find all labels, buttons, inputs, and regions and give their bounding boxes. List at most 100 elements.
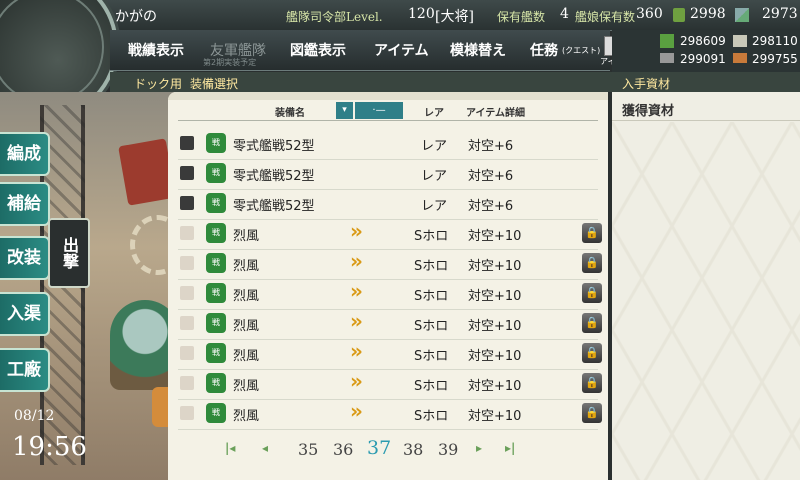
menu-encyclopedia[interactable]: 図鑑表示	[290, 40, 346, 60]
page-first-button[interactable]: |◂	[225, 441, 235, 455]
sidebar-supply-button[interactable]: 補給	[0, 182, 50, 226]
equip-label: 艦娘保有数	[575, 10, 636, 24]
lock-icon[interactable]: 🔒	[582, 283, 602, 303]
star-rank-chevron-icon: »	[350, 279, 363, 303]
page-36[interactable]: 36	[333, 440, 353, 459]
menu-quest[interactable]: 任務	[530, 40, 558, 60]
page-37-current[interactable]: 37	[367, 437, 391, 459]
bucket-icon	[673, 8, 685, 22]
fuel-value: 298609	[680, 34, 726, 48]
page-last-button[interactable]: ▸|	[505, 441, 515, 455]
equipment-rarity: レア	[421, 139, 448, 154]
page-prev-button[interactable]: ◂	[262, 441, 268, 455]
equipment-rarity: Sホロ	[414, 379, 449, 394]
fuel-icon	[660, 34, 674, 48]
star-rank-chevron-icon: »	[350, 339, 363, 363]
equipment-rarity: Sホロ	[414, 319, 449, 334]
lock-icon[interactable]: 🔒	[582, 403, 602, 423]
row-checkbox[interactable]	[180, 286, 194, 300]
rank: [大将]	[435, 9, 474, 25]
reppu-fighter-icon: 戦	[206, 313, 226, 333]
menu-furniture[interactable]: 模様替え	[450, 40, 506, 60]
star-rank-chevron-icon: »	[350, 249, 363, 273]
equipment-name: 烈風	[233, 379, 260, 394]
equipment-detail: 対空+6	[468, 199, 514, 214]
reppu-fighter-icon: 戦	[206, 403, 226, 423]
star-rank-chevron-icon: »	[350, 219, 363, 243]
row-checkbox[interactable]	[180, 406, 194, 420]
row-checkbox[interactable]	[180, 316, 194, 330]
breadcrumb-page: 装備選択	[190, 77, 239, 91]
row-checkbox[interactable]	[180, 346, 194, 360]
sidebar-repair-button[interactable]: 入渠	[0, 292, 50, 336]
menu-record[interactable]: 戦績表示	[128, 40, 184, 60]
equipment-name: 零式艦戦52型	[233, 139, 315, 154]
equipment-rarity: Sホロ	[414, 259, 449, 274]
row-checkbox[interactable]	[180, 226, 194, 240]
menu-quest-sub: (クエスト)	[562, 46, 601, 55]
star-rank-chevron-icon: »	[350, 399, 363, 423]
page-next-button[interactable]: ▸	[476, 441, 482, 455]
sidebar-arsenal-button[interactable]: 工廠	[0, 348, 50, 392]
hq-level-label: 艦隊司令部Level.	[286, 10, 383, 24]
equipment-name: 烈風	[233, 259, 260, 274]
clock-time: 19:56	[12, 432, 87, 462]
equip-count: 360	[636, 6, 663, 22]
equipment-rarity: Sホロ	[414, 349, 449, 364]
page-39[interactable]: 39	[438, 440, 458, 459]
zero-fighter-icon: 戦	[206, 133, 226, 153]
bauxite-value: 299755	[752, 52, 798, 66]
row-checkbox[interactable]	[180, 166, 194, 180]
reppu-fighter-icon: 戦	[206, 373, 226, 393]
lock-icon[interactable]: 🔒	[582, 223, 602, 243]
ammo-icon	[733, 35, 747, 47]
lock-icon[interactable]: 🔒	[582, 343, 602, 363]
reppu-fighter-icon: 戦	[206, 343, 226, 363]
filter-dropdown-button[interactable]: ▾	[336, 102, 353, 119]
header-detail: アイテム詳細	[466, 108, 525, 119]
row-checkbox[interactable]	[180, 136, 194, 150]
hq-level: 120	[408, 6, 435, 22]
equipment-name: 零式艦戦52型	[233, 169, 315, 184]
sidebar-remodel-button[interactable]: 改装	[0, 236, 50, 280]
lock-icon[interactable]: 🔒	[582, 313, 602, 333]
equipment-detail: 対空+10	[468, 349, 522, 364]
sort-button[interactable]: ·—	[355, 102, 403, 119]
equipment-name: 烈風	[233, 409, 260, 424]
page-38[interactable]: 38	[403, 440, 423, 459]
right-panel-subtitle: 獲得資材	[622, 104, 675, 119]
lock-icon[interactable]: 🔒	[582, 373, 602, 393]
page-35[interactable]: 35	[298, 440, 318, 459]
row-checkbox[interactable]	[180, 256, 194, 270]
reppu-fighter-icon: 戦	[206, 283, 226, 303]
row-checkbox[interactable]	[180, 376, 194, 390]
ships-count: 4	[560, 6, 569, 22]
reppu-fighter-icon: 戦	[206, 223, 226, 243]
sortie-button[interactable]: 出撃	[48, 218, 90, 288]
devmat-icon	[735, 8, 749, 22]
equipment-detail: 対空+10	[468, 259, 522, 274]
right-panel-title: 入手資材	[622, 77, 671, 91]
row-checkbox[interactable]	[180, 196, 194, 210]
menu-friend-sub: 第2期実装予定	[203, 58, 257, 67]
equipment-detail: 対空+6	[468, 139, 514, 154]
equipment-detail: 対空+10	[468, 289, 522, 304]
ammo-value: 298110	[752, 34, 798, 48]
menu-items[interactable]: アイテム	[374, 40, 429, 60]
sidebar-organize-button[interactable]: 編成	[0, 132, 50, 176]
header-divider	[178, 120, 598, 121]
hex-pattern	[612, 122, 800, 480]
equipment-name: 烈風	[233, 289, 260, 304]
equipment-rarity: レア	[421, 199, 448, 214]
star-rank-chevron-icon: »	[350, 309, 363, 333]
equipment-detail: 対空+10	[468, 409, 522, 424]
equipment-name: 烈風	[233, 319, 260, 334]
panel-top-edge	[168, 92, 608, 100]
equipment-detail: 対空+10	[468, 379, 522, 394]
lock-icon[interactable]: 🔒	[582, 253, 602, 273]
header-name: 装備名	[275, 108, 305, 119]
equipment-name: 烈風	[233, 349, 260, 364]
steel-icon	[660, 53, 674, 63]
devmat-count: 2973	[762, 6, 798, 22]
equipment-name: 零式艦戦52型	[233, 199, 315, 214]
